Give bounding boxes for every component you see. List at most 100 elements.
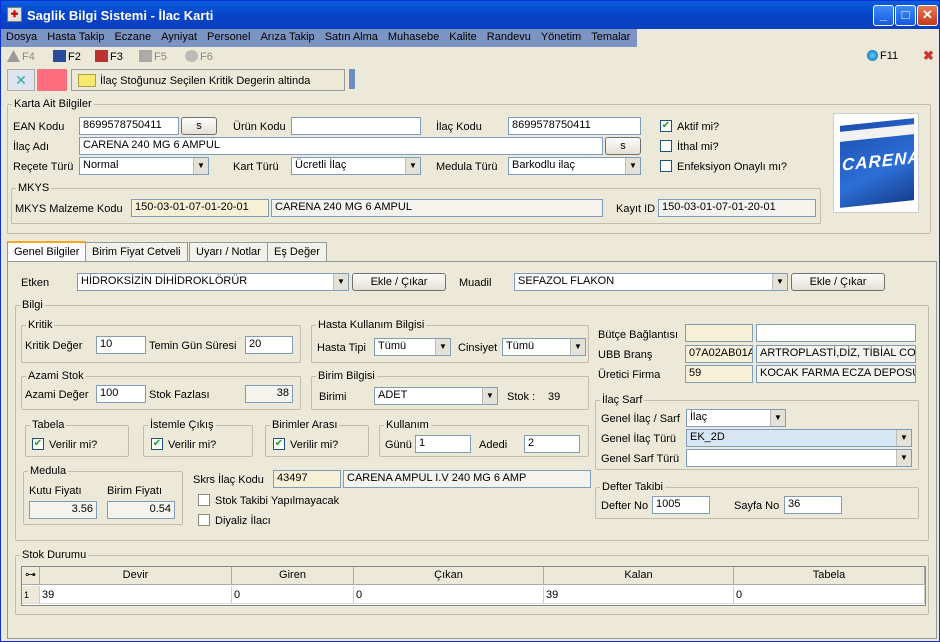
- cell-giren[interactable]: 0: [232, 586, 354, 604]
- close-button[interactable]: ✕: [917, 5, 938, 26]
- ilac-kodu-input[interactable]: 8699578750411: [508, 117, 641, 135]
- kart-select[interactable]: Ücretli İlaç ▼: [291, 157, 421, 175]
- muadil-ekle-button[interactable]: Ekle / Çıkar: [791, 273, 885, 291]
- ilac-adi-search-button[interactable]: s: [605, 137, 641, 155]
- ubb-name-input[interactable]: ARTROPLASTİ,DİZ, TİBİAL COM: [756, 345, 916, 363]
- skrs-label: Skrs İlaç Kodu: [193, 474, 264, 486]
- recete-select[interactable]: Normal ▼: [79, 157, 209, 175]
- istemle-legend: İstemle Çıkış: [150, 419, 214, 431]
- save-icon: [53, 50, 66, 62]
- menu-dosya[interactable]: Dosya: [1, 29, 42, 45]
- muadil-select[interactable]: SEFAZOL FLAKON ▼: [514, 273, 788, 291]
- diyaliz-checkbox[interactable]: [198, 514, 210, 526]
- hasta-tipi-select[interactable]: Tümü ▼: [374, 338, 451, 356]
- urun-input[interactable]: [291, 117, 421, 135]
- ilac-adi-input[interactable]: CARENA 240 MG 6 AMPUL: [79, 137, 603, 155]
- print-button[interactable]: F5: [139, 50, 167, 63]
- tabela-checkbox[interactable]: ✔: [32, 438, 44, 450]
- butce-name-input[interactable]: [756, 324, 916, 342]
- mkys-ad-input[interactable]: CARENA 240 MG 6 AMPUL: [271, 199, 603, 217]
- maximize-button[interactable]: □: [895, 5, 916, 26]
- menu-yonetim[interactable]: Yönetim: [536, 29, 586, 45]
- cell-kalan[interactable]: 39: [544, 586, 734, 604]
- ilac-adi-label: İlaç Adı: [13, 141, 50, 153]
- refresh-button[interactable]: F6: [185, 50, 213, 63]
- menu-eczane[interactable]: Eczane: [109, 29, 156, 45]
- menu-hasta-takip[interactable]: Hasta Takip: [42, 29, 109, 45]
- azami-deger-input[interactable]: 100: [96, 385, 146, 403]
- col-giren[interactable]: Giren: [232, 567, 354, 585]
- hasta-legend: Hasta Kullanım Bilgisi: [318, 319, 425, 331]
- col-tabela[interactable]: Tabela: [734, 567, 925, 585]
- uretici-code-input[interactable]: 59: [685, 365, 753, 383]
- enfeksiyon-checkbox[interactable]: [660, 160, 672, 172]
- urun-label: Ürün Kodu: [233, 121, 286, 133]
- cinsiyet-select[interactable]: Tümü ▼: [502, 338, 586, 356]
- kayit-input[interactable]: 150-03-01-07-01-20-01: [658, 199, 816, 217]
- new-icon: [7, 50, 20, 62]
- tab-uyari-notlar[interactable]: Uyarı / Notlar: [189, 242, 268, 262]
- col-kalan[interactable]: Kalan: [544, 567, 734, 585]
- refresh-label: F6: [200, 51, 213, 63]
- defter-no-input[interactable]: 1005: [652, 496, 710, 514]
- gunu-input[interactable]: 1: [415, 435, 471, 453]
- birim-fiyat-input[interactable]: 0.54: [107, 501, 175, 519]
- row-number: 1: [22, 586, 40, 604]
- recete-label: Reçete Türü: [13, 161, 74, 173]
- sarf-ilac-turu-select[interactable]: EK_2D ▼: [686, 429, 912, 447]
- istemle-checkbox[interactable]: ✔: [151, 438, 163, 450]
- ean-input[interactable]: 8699578750411: [79, 117, 179, 135]
- cell-devir[interactable]: 39: [40, 586, 232, 604]
- minimize-button[interactable]: _: [873, 5, 894, 26]
- temin-input[interactable]: 20: [245, 336, 293, 354]
- col-devir[interactable]: Devir: [40, 567, 232, 585]
- ean-search-button[interactable]: s: [181, 117, 217, 135]
- aktif-checkbox[interactable]: ✔: [660, 120, 672, 132]
- menu-muhasebe[interactable]: Muhasebe: [383, 29, 444, 45]
- stok-label: Stok :: [507, 391, 536, 403]
- uretici-name-input[interactable]: KOCAK FARMA ECZA DEPOSU: [756, 365, 916, 383]
- sarf-turu-select[interactable]: ▼: [686, 449, 912, 467]
- tab-es-deger[interactable]: Eş Değer: [267, 242, 327, 262]
- chevron-down-icon: ▼: [770, 410, 785, 426]
- kritik-deger-input[interactable]: 10: [96, 336, 146, 354]
- birimi-select[interactable]: ADET ▼: [374, 387, 498, 405]
- etken-select[interactable]: HİDROKSİZİN DİHİDROKLÖRÜR ▼: [77, 273, 349, 291]
- chevron-down-icon: ▼: [772, 274, 787, 290]
- mkys-kod-input[interactable]: 150-03-01-07-01-20-01: [131, 199, 269, 217]
- new-button[interactable]: F4: [7, 50, 35, 63]
- recete-value: Normal: [83, 159, 119, 171]
- temin-label: Temin Gün Süresi: [149, 340, 237, 352]
- adedi-input[interactable]: 2: [524, 435, 580, 453]
- medula-turu-select[interactable]: Barkodlu ilaç ▼: [508, 157, 641, 175]
- menu-temalar[interactable]: Temalar: [586, 29, 635, 45]
- butce-code-input[interactable]: [685, 324, 753, 342]
- sayfa-no-input[interactable]: 36: [784, 496, 842, 514]
- tab-birim-fiyat[interactable]: Birim Fiyat Cetveli: [85, 242, 188, 262]
- birimler-checkbox[interactable]: ✔: [273, 438, 285, 450]
- skrs-kod-input[interactable]: 43497: [273, 470, 341, 488]
- menu-personel[interactable]: Personel: [202, 29, 255, 45]
- cell-cikan[interactable]: 0: [354, 586, 544, 604]
- help-button[interactable]: F11: [867, 50, 898, 62]
- save-button[interactable]: F2: [53, 50, 81, 63]
- medula-legend: Medula: [30, 465, 67, 477]
- ubb-code-input[interactable]: 07A02AB01A: [685, 345, 753, 363]
- delete-button[interactable]: F3: [95, 50, 123, 63]
- ithal-checkbox[interactable]: [660, 140, 672, 152]
- menu-randevu[interactable]: Randevu: [482, 29, 536, 45]
- cell-tabela[interactable]: 0: [734, 586, 925, 604]
- sarf-genel-select[interactable]: İlaç ▼: [686, 409, 786, 427]
- stok-takibi-checkbox[interactable]: [198, 494, 210, 506]
- tab-genel-bilgiler[interactable]: Genel Bilgiler: [7, 241, 87, 263]
- kutu-input[interactable]: 3.56: [29, 501, 97, 519]
- stok-fazla-input[interactable]: 38: [245, 385, 293, 403]
- skrs-ad-input[interactable]: CARENA AMPUL I.V 240 MG 6 AMP: [343, 470, 591, 488]
- exit-icon[interactable]: ✖: [923, 48, 934, 64]
- etken-ekle-button[interactable]: Ekle / Çıkar: [352, 273, 446, 291]
- col-cikan[interactable]: Çıkan: [354, 567, 544, 585]
- menu-satin-alma[interactable]: Satın Alma: [320, 29, 383, 45]
- menu-kalite[interactable]: Kalite: [444, 29, 482, 45]
- menu-ayniyat[interactable]: Ayniyat: [156, 29, 202, 45]
- menu-ariza-takip[interactable]: Arıza Takip: [255, 29, 319, 45]
